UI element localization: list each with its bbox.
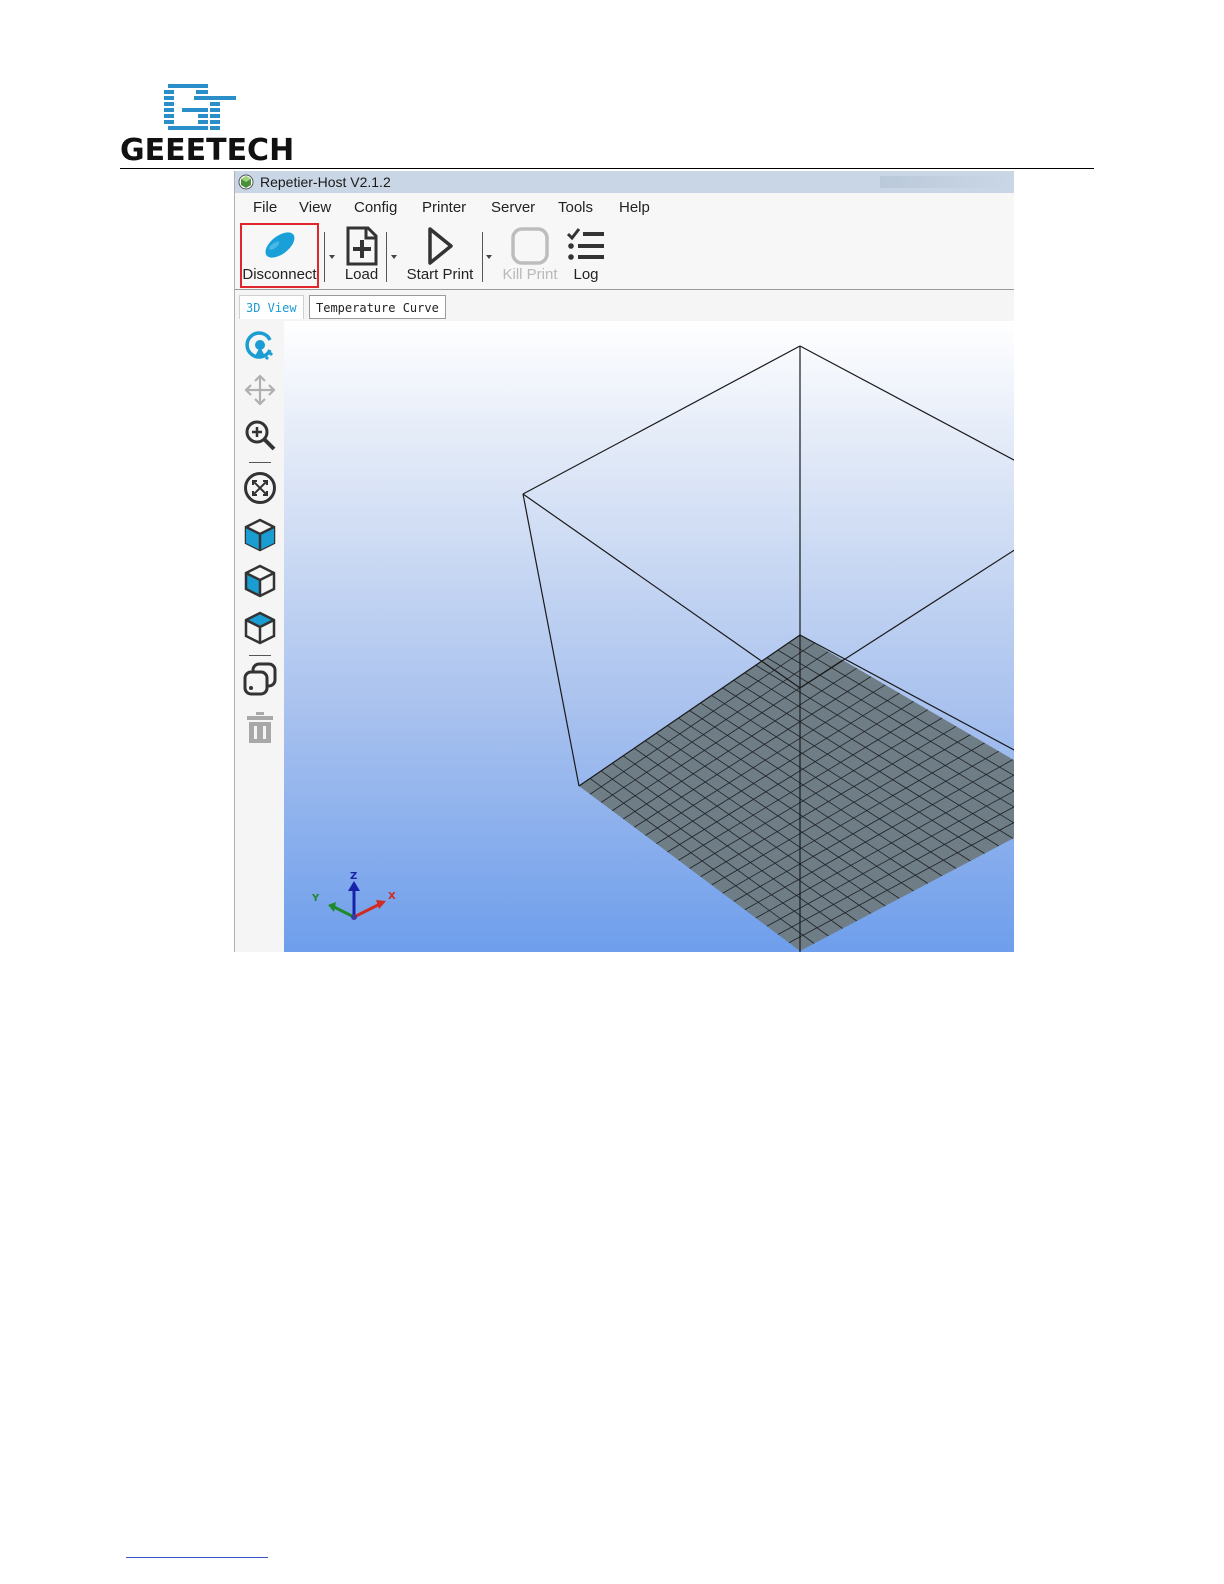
geeetech-logo-mark-icon: [164, 84, 236, 130]
load-file-icon: [346, 226, 377, 266]
axis-gizmo: Z X Y: [311, 871, 396, 920]
window-title: Repetier-Host V2.1.2: [260, 174, 391, 190]
delete-icon[interactable]: [243, 710, 277, 744]
menu-file[interactable]: File: [253, 198, 277, 218]
disconnect-button[interactable]: Disconnect: [240, 222, 319, 288]
3d-viewport[interactable]: Z X Y: [284, 321, 1014, 952]
view-tabs: 3D View Temperature Curve: [235, 290, 1014, 321]
play-icon: [428, 227, 453, 265]
menu-server[interactable]: Server: [491, 198, 535, 218]
menu-view[interactable]: View: [299, 198, 331, 218]
menu-tools[interactable]: Tools: [558, 198, 593, 218]
menu-printer[interactable]: Printer: [422, 198, 466, 218]
kill-print-label: Kill Print: [502, 266, 558, 283]
brand-name: GEEETECH: [120, 133, 295, 168]
view-tools-sidebar: [235, 321, 284, 952]
disconnect-label: Disconnect: [242, 266, 317, 283]
load-label: Load: [344, 266, 379, 283]
start-print-button[interactable]: Start Print: [403, 222, 477, 288]
toolbar: Disconnect Load Start Print Kill Print L…: [235, 222, 1014, 290]
tab-temperature-curve[interactable]: Temperature Curve: [309, 295, 446, 319]
toolbar-separator: [482, 232, 483, 282]
tab-3d-view[interactable]: 3D View: [239, 295, 304, 319]
top-view-icon[interactable]: [243, 611, 277, 645]
connection-plug-icon: [265, 232, 294, 258]
menu-config[interactable]: Config: [354, 198, 397, 218]
load-button[interactable]: Load: [339, 222, 384, 288]
rotate-icon[interactable]: [243, 328, 277, 362]
iso-view-icon[interactable]: [243, 564, 277, 598]
geeetech-logo: GEEETECH: [120, 82, 294, 168]
axis-x-label: X: [388, 891, 396, 902]
kill-print-button[interactable]: Kill Print: [499, 222, 561, 288]
load-dropdown-arrow[interactable]: [391, 255, 397, 259]
zoom-icon[interactable]: [243, 418, 277, 452]
sidebar-separator: [249, 655, 271, 656]
axis-y-label: Y: [311, 893, 320, 904]
print-bed: [579, 635, 1014, 951]
front-view-icon[interactable]: [243, 518, 277, 552]
toolbar-separator: [386, 232, 387, 282]
menu-help[interactable]: Help: [619, 198, 650, 218]
sidebar-separator: [249, 462, 271, 463]
move-icon[interactable]: [243, 373, 277, 407]
connect-dropdown-arrow[interactable]: [329, 255, 335, 259]
header-divider: [120, 168, 1094, 169]
footer-link-underline: [126, 1557, 268, 1558]
menu-bar: File View Config Printer Server Tools He…: [235, 194, 1014, 222]
copy-object-icon[interactable]: [243, 662, 277, 696]
log-label: Log: [573, 266, 599, 283]
axis-z-label: Z: [350, 871, 357, 882]
log-list-icon: [566, 228, 604, 260]
stop-icon: [511, 227, 549, 265]
print-dropdown-arrow[interactable]: [486, 255, 492, 259]
title-bar-controls: [880, 176, 1010, 188]
toolbar-separator: [324, 232, 325, 282]
repetier-host-window: Repetier-Host V2.1.2 File View Config Pr…: [234, 171, 1014, 952]
start-print-label: Start Print: [406, 266, 474, 283]
log-button[interactable]: Log: [565, 222, 607, 288]
app-icon: [238, 174, 254, 190]
fit-view-icon[interactable]: [243, 471, 277, 505]
3d-scene[interactable]: Z X Y: [284, 321, 1014, 952]
title-bar: Repetier-Host V2.1.2: [235, 171, 1014, 193]
